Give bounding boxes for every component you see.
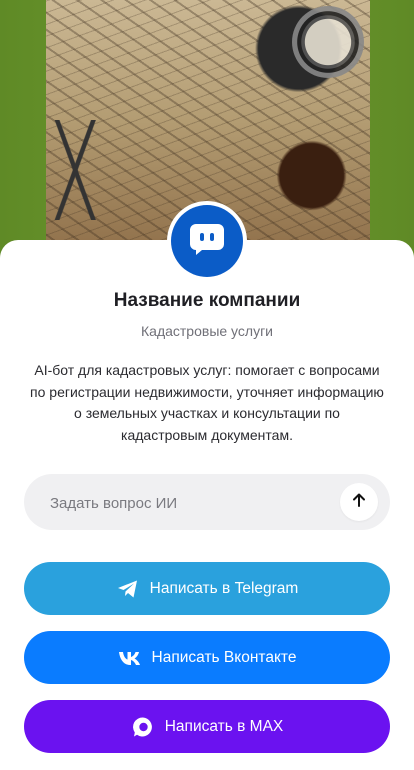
drafting-tools-decoration	[52, 120, 112, 220]
company-category: Кадастровые услуги	[141, 323, 273, 339]
ask-ai-field[interactable]	[24, 474, 390, 532]
avatar	[171, 205, 243, 277]
max-button[interactable]: Написать в MAX	[24, 700, 390, 753]
max-icon	[131, 715, 155, 739]
telegram-button[interactable]: Написать в Telegram	[24, 562, 390, 615]
telegram-icon	[116, 577, 140, 601]
vk-button[interactable]: Написать Вконтакте	[24, 631, 390, 684]
send-button[interactable]	[340, 483, 378, 521]
vk-icon	[118, 646, 142, 670]
vk-button-label: Написать Вконтакте	[151, 648, 297, 666]
chat-bot-icon	[188, 222, 226, 261]
ask-ai-input[interactable]	[48, 474, 342, 532]
compass-decoration	[292, 6, 364, 78]
company-description: AI-бот для кадастровых услуг: помогает с…	[30, 362, 384, 443]
arrow-up-icon	[351, 492, 367, 513]
max-button-label: Написать в MAX	[164, 717, 284, 735]
telegram-button-label: Написать в Telegram	[149, 579, 299, 597]
company-name: Название компании	[113, 290, 301, 311]
